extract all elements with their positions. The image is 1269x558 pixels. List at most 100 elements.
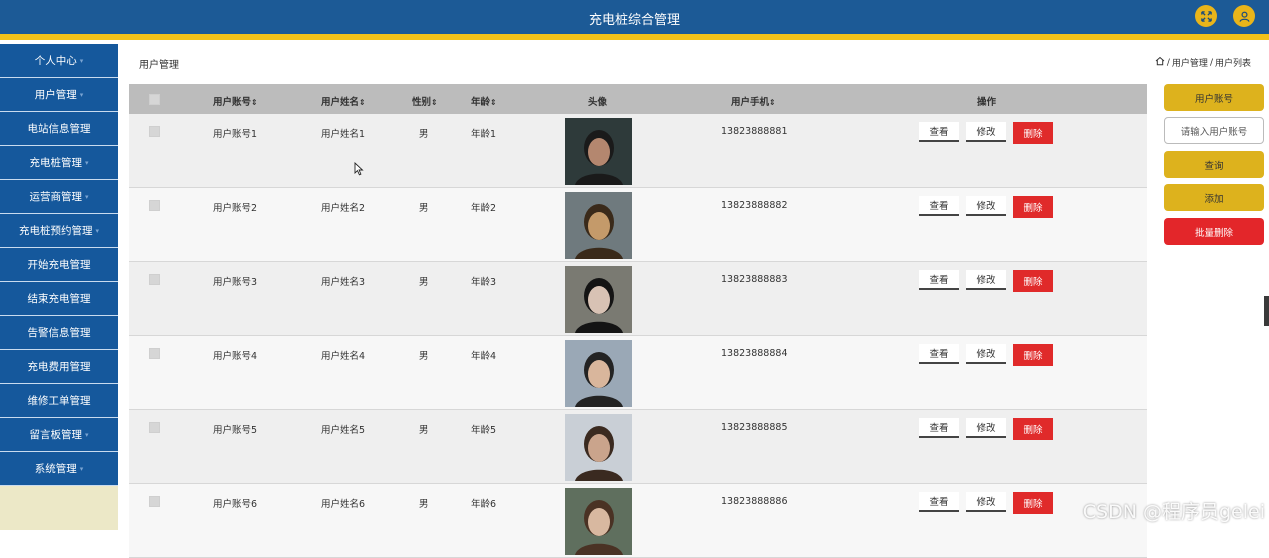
sidebar-item[interactable]: 系统管理▾ [0,452,118,486]
add-button[interactable]: 添加 [1164,184,1264,211]
edit-button[interactable]: 修改 [966,418,1006,438]
chevron-down-icon: ▾ [80,91,84,99]
breadcrumb-level1[interactable]: 用户管理 [1172,56,1208,69]
sidebar-item[interactable]: 告警信息管理 [0,316,118,350]
cell-age: 年龄1 [471,126,496,140]
sidebar-item[interactable]: 充电费用管理 [0,350,118,384]
cell-account: 用户账号1 [213,126,257,140]
table-row: 用户账号3用户姓名3男年龄313823888883查看修改删除 [129,262,1147,336]
sidebar-item[interactable]: 充电桩管理▾ [0,146,118,180]
view-button[interactable]: 查看 [919,196,959,216]
cell-name: 用户姓名4 [321,348,365,362]
sidebar-item[interactable]: 开始充电管理 [0,248,118,282]
watermark: CSDN @程序员gelei [1083,497,1265,524]
column-header-phone[interactable]: 用户手机⇕ [731,94,776,108]
cell-name: 用户姓名3 [321,274,365,288]
edit-button[interactable]: 修改 [966,122,1006,142]
sidebar-item-label: 留言板管理 [29,427,82,442]
delete-button[interactable]: 删除 [1013,196,1053,218]
row-checkbox[interactable] [149,200,160,211]
view-button[interactable]: 查看 [919,122,959,142]
home-icon[interactable] [1155,56,1165,69]
cell-age: 年龄5 [471,422,496,436]
sidebar-item-label: 结束充电管理 [28,291,91,306]
table-row: 用户账号5用户姓名5男年龄513823888885查看修改删除 [129,410,1147,484]
column-header-age[interactable]: 年龄⇕ [471,94,497,108]
table-row: 用户账号6用户姓名6男年龄613823888886查看修改删除 [129,484,1147,558]
cell-phone: 13823888884 [721,348,788,359]
column-header-account[interactable]: 用户账号⇕ [213,94,258,108]
chevron-down-icon: ▾ [95,227,99,235]
scrollbar-thumb[interactable] [1264,296,1269,326]
sidebar-item[interactable]: 结束充电管理 [0,282,118,316]
search-input[interactable]: 请输入用户账号 [1164,117,1264,144]
sidebar-item-label: 告警信息管理 [28,325,91,340]
cell-account: 用户账号4 [213,348,257,362]
edit-button[interactable]: 修改 [966,270,1006,290]
edit-button[interactable]: 修改 [966,196,1006,216]
chevron-down-icon: ▾ [85,159,89,167]
row-checkbox[interactable] [149,496,160,507]
view-button[interactable]: 查看 [919,492,959,512]
sidebar-item[interactable]: 用户管理▾ [0,78,118,112]
sidebar-item-label: 开始充电管理 [28,257,91,272]
sidebar-item-label: 用户管理 [35,87,77,102]
cell-name: 用户姓名6 [321,496,365,510]
batch-delete-button[interactable]: 批量删除 [1164,218,1264,245]
chevron-down-icon: ▾ [85,193,89,201]
user-icon[interactable] [1233,5,1255,27]
delete-button[interactable]: 删除 [1013,270,1053,292]
delete-button[interactable]: 删除 [1013,344,1053,366]
column-header-gender[interactable]: 性别⇕ [412,94,438,108]
fullscreen-icon[interactable] [1195,5,1217,27]
cell-phone: 13823888881 [721,126,788,137]
cell-name: 用户姓名2 [321,200,365,214]
sidebar-item[interactable]: 个人中心▾ [0,44,118,78]
chevron-down-icon: ▾ [80,57,84,65]
cell-gender: 男 [419,274,429,288]
row-checkbox[interactable] [149,348,160,359]
avatar [565,192,632,259]
view-button[interactable]: 查看 [919,344,959,364]
row-checkbox[interactable] [149,274,160,285]
sidebar-item[interactable]: 留言板管理▾ [0,418,118,452]
sidebar-item[interactable]: 维修工单管理 [0,384,118,418]
table-row: 用户账号4用户姓名4男年龄413823888884查看修改删除 [129,336,1147,410]
cell-account: 用户账号3 [213,274,257,288]
chevron-down-icon: ▾ [80,465,84,473]
sidebar-item-label: 充电桩预约管理 [19,223,93,238]
top-bar: 充电桩综合管理 [0,0,1269,34]
column-header-avatar: 头像 [588,94,607,108]
delete-button[interactable]: 删除 [1013,122,1053,144]
sidebar-item-label: 运营商管理 [29,189,82,204]
cell-name: 用户姓名5 [321,422,365,436]
delete-button[interactable]: 删除 [1013,418,1053,440]
avatar [565,488,632,555]
sidebar-item-label: 充电桩管理 [29,155,82,170]
view-button[interactable]: 查看 [919,270,959,290]
page-title: 用户管理 [139,56,179,71]
view-button[interactable]: 查看 [919,418,959,438]
breadcrumb-separator: / [1167,58,1170,68]
cell-phone: 13823888883 [721,274,788,285]
avatar [565,266,632,333]
column-header-name[interactable]: 用户姓名⇕ [321,94,366,108]
cell-phone: 13823888885 [721,422,788,433]
column-header-actions: 操作 [977,94,996,108]
row-checkbox[interactable] [149,422,160,433]
sidebar: 个人中心▾用户管理▾电站信息管理充电桩管理▾运营商管理▾充电桩预约管理▾开始充电… [0,44,118,530]
sidebar-item-label: 充电费用管理 [28,359,91,374]
delete-button[interactable]: 删除 [1013,492,1053,514]
select-all-checkbox[interactable] [149,94,160,105]
search-button[interactable]: 查询 [1164,151,1264,178]
edit-button[interactable]: 修改 [966,344,1006,364]
cell-phone: 13823888882 [721,200,788,211]
table-header: 用户账号⇕ 用户姓名⇕ 性别⇕ 年龄⇕ 头像 用户手机⇕ 操作 [129,84,1147,114]
sidebar-item[interactable]: 运营商管理▾ [0,180,118,214]
sidebar-item[interactable]: 电站信息管理 [0,112,118,146]
row-checkbox[interactable] [149,126,160,137]
edit-button[interactable]: 修改 [966,492,1006,512]
sidebar-item[interactable]: 充电桩预约管理▾ [0,214,118,248]
cell-phone: 13823888886 [721,496,788,507]
breadcrumb: / 用户管理 / 用户列表 [1155,56,1251,69]
